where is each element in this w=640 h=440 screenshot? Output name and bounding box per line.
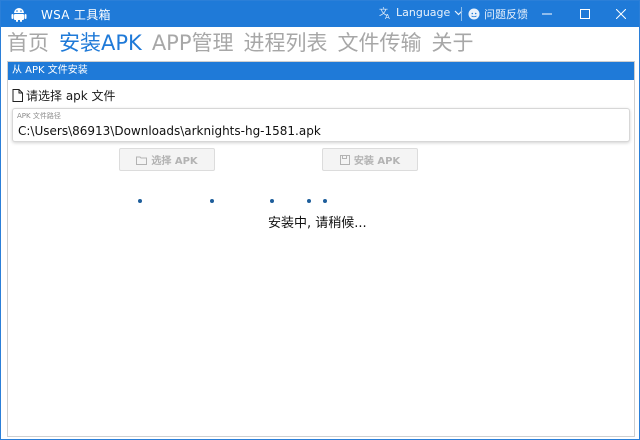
feedback-button[interactable]: 问题反馈: [468, 6, 528, 22]
install-panel: 从 APK 文件安装 请选择 apk 文件 APK 文件路径 C:\Users\…: [7, 61, 635, 437]
progress-dot-2: [210, 199, 214, 203]
main-nav: 首页 安装APK APP管理 进程列表 文件传输 关于: [7, 28, 484, 58]
install-apk-label: 安装 APK: [353, 156, 401, 167]
select-file-label: 请选择 apk 文件: [26, 89, 116, 103]
apk-path-label: APK 文件路径: [17, 112, 61, 120]
install-apk-button[interactable]: 安装 APK: [322, 148, 418, 171]
panel-header: 从 APK 文件安装: [8, 62, 634, 80]
select-file-row: 请选择 apk 文件: [12, 87, 116, 104]
window-title: WSA 工具箱: [41, 8, 111, 22]
maximize-button[interactable]: [567, 1, 603, 27]
progress-dot-5: [323, 199, 327, 203]
tab-home[interactable]: 首页: [7, 28, 49, 58]
save-icon: [339, 154, 350, 165]
progress-dot-3: [270, 199, 274, 203]
feedback-label: 问题反馈: [484, 8, 528, 21]
tab-about[interactable]: 关于: [432, 28, 474, 58]
language-label: Language: [396, 6, 451, 19]
minimize-icon: [542, 13, 552, 15]
progress-dot-1: [138, 199, 142, 203]
install-status: 安装中, 请稍候...: [268, 216, 367, 231]
apk-path-value[interactable]: C:\Users\86913\Downloads\arknights-hg-15…: [18, 124, 321, 138]
language-selector[interactable]: 文 A Language: [379, 6, 463, 19]
close-button[interactable]: [603, 1, 639, 27]
folder-icon: [136, 156, 148, 165]
translate-icon: 文 A: [379, 6, 390, 19]
file-icon: [12, 89, 23, 102]
title-divider: [461, 7, 462, 21]
tab-process-list[interactable]: 进程列表: [244, 28, 328, 58]
tab-file-transfer[interactable]: 文件传输: [338, 28, 422, 58]
tab-app-manage[interactable]: APP管理: [152, 28, 234, 58]
tab-install-apk[interactable]: 安装APK: [59, 28, 142, 58]
minimize-button[interactable]: [529, 1, 565, 27]
app-window: WSA 工具箱 文 A Language 问题反馈 首页 安装APK APP管理…: [0, 0, 640, 440]
maximize-icon: [580, 9, 590, 19]
github-icon: [468, 8, 480, 20]
apk-path-field[interactable]: APK 文件路径 C:\Users\86913\Downloads\arknig…: [12, 108, 630, 142]
svg-text:A: A: [385, 13, 390, 19]
select-apk-label: 选择 APK: [151, 156, 198, 167]
close-icon: [616, 9, 626, 19]
title-bar[interactable]: WSA 工具箱 文 A Language 问题反馈: [1, 1, 639, 27]
android-icon: [11, 8, 27, 22]
select-apk-button[interactable]: 选择 APK: [119, 148, 215, 171]
progress-dot-4: [307, 199, 311, 203]
